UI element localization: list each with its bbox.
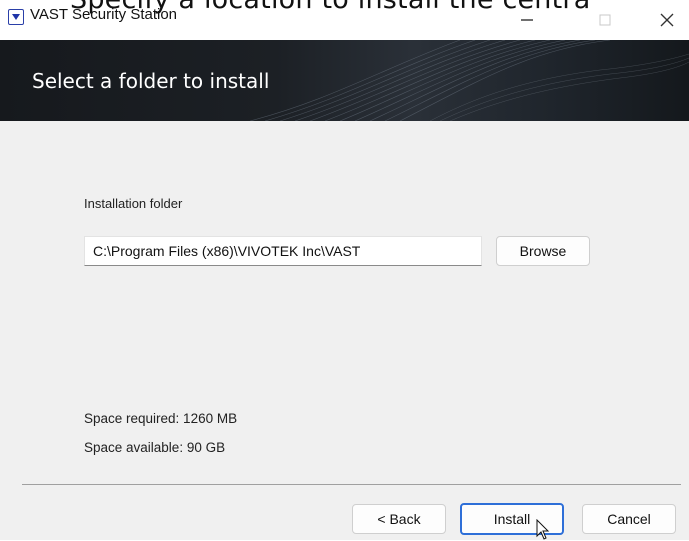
browse-button[interactable]: Browse [496, 236, 590, 266]
banner-title: Select a folder to install [32, 69, 270, 93]
minimize-icon [521, 19, 533, 21]
app-logo-icon [8, 9, 24, 25]
space-required-text: Space required: 1260 MB [84, 411, 238, 426]
back-button[interactable]: < Back [352, 504, 446, 534]
close-icon [660, 13, 674, 27]
dialog-body: Installation folder C:\Program Files (x8… [0, 121, 689, 540]
maximize-icon [599, 14, 611, 26]
installation-folder-label: Installation folder [84, 196, 183, 211]
header-banner: Select a folder to install [0, 40, 689, 121]
maximize-button[interactable] [582, 0, 628, 40]
installation-folder-input[interactable]: C:\Program Files (x86)\VIVOTEK Inc\VAST [84, 236, 482, 266]
space-available-text: Space available: 90 GB [84, 440, 226, 455]
close-button[interactable] [644, 0, 689, 40]
mouse-pointer-icon [536, 519, 550, 540]
title-bar: VAST Security Station [0, 0, 689, 40]
cancel-button[interactable]: Cancel [582, 504, 676, 534]
footer-divider [22, 484, 681, 485]
minimize-button[interactable] [504, 0, 550, 40]
window-title: VAST Security Station [30, 6, 178, 23]
